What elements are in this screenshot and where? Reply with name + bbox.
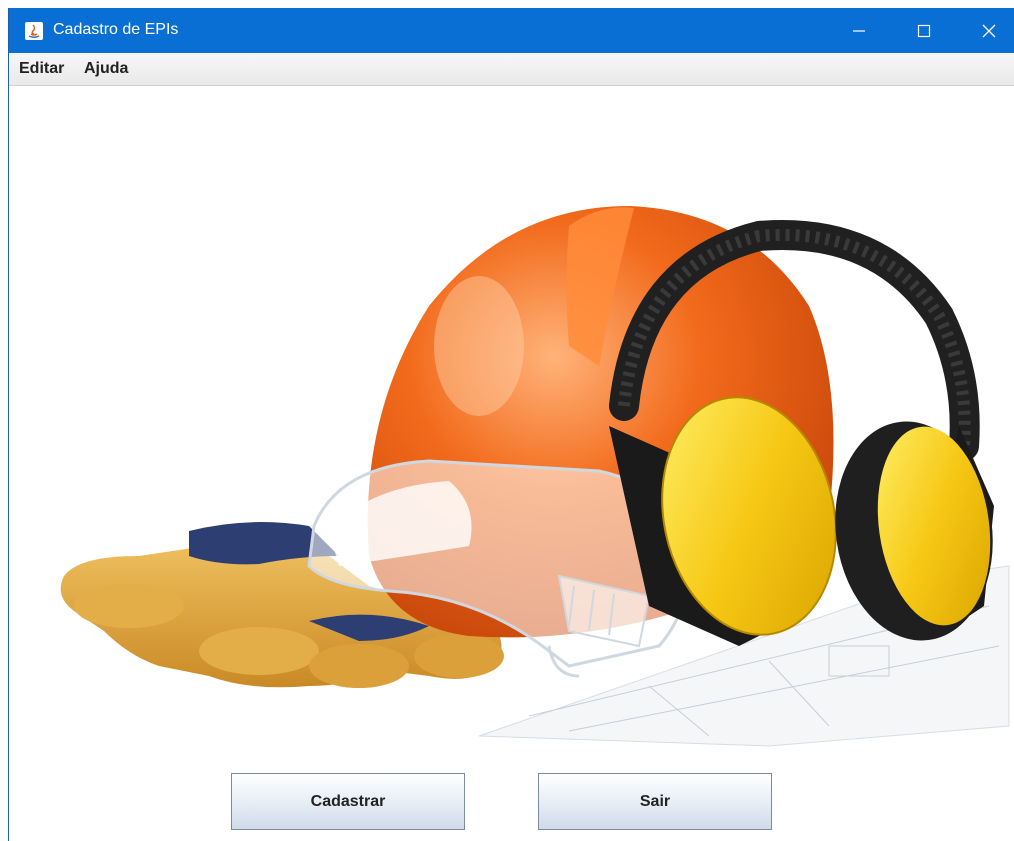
maximize-icon xyxy=(917,24,931,37)
close-button[interactable] xyxy=(959,8,1014,53)
content-panel: Cadastrar Sair xyxy=(9,86,1014,841)
menu-ajuda[interactable]: Ajuda xyxy=(84,60,128,78)
java-app-icon xyxy=(25,22,43,40)
main-window: Cadastro de EPIs Editar Ajuda Cadastrar … xyxy=(8,8,1014,841)
ppe-illustration xyxy=(60,206,1010,747)
cadastrar-button[interactable]: Cadastrar xyxy=(231,773,465,830)
title-bar[interactable]: Cadastro de EPIs xyxy=(9,8,1014,53)
close-icon xyxy=(982,24,996,37)
minimize-button[interactable] xyxy=(829,8,889,53)
window-title: Cadastro de EPIs xyxy=(53,21,179,38)
maximize-button[interactable] xyxy=(894,8,954,53)
sair-button[interactable]: Sair xyxy=(538,773,772,830)
menu-bar: Editar Ajuda xyxy=(9,53,1014,86)
minimize-icon xyxy=(853,29,865,32)
menu-editar[interactable]: Editar xyxy=(19,60,64,78)
